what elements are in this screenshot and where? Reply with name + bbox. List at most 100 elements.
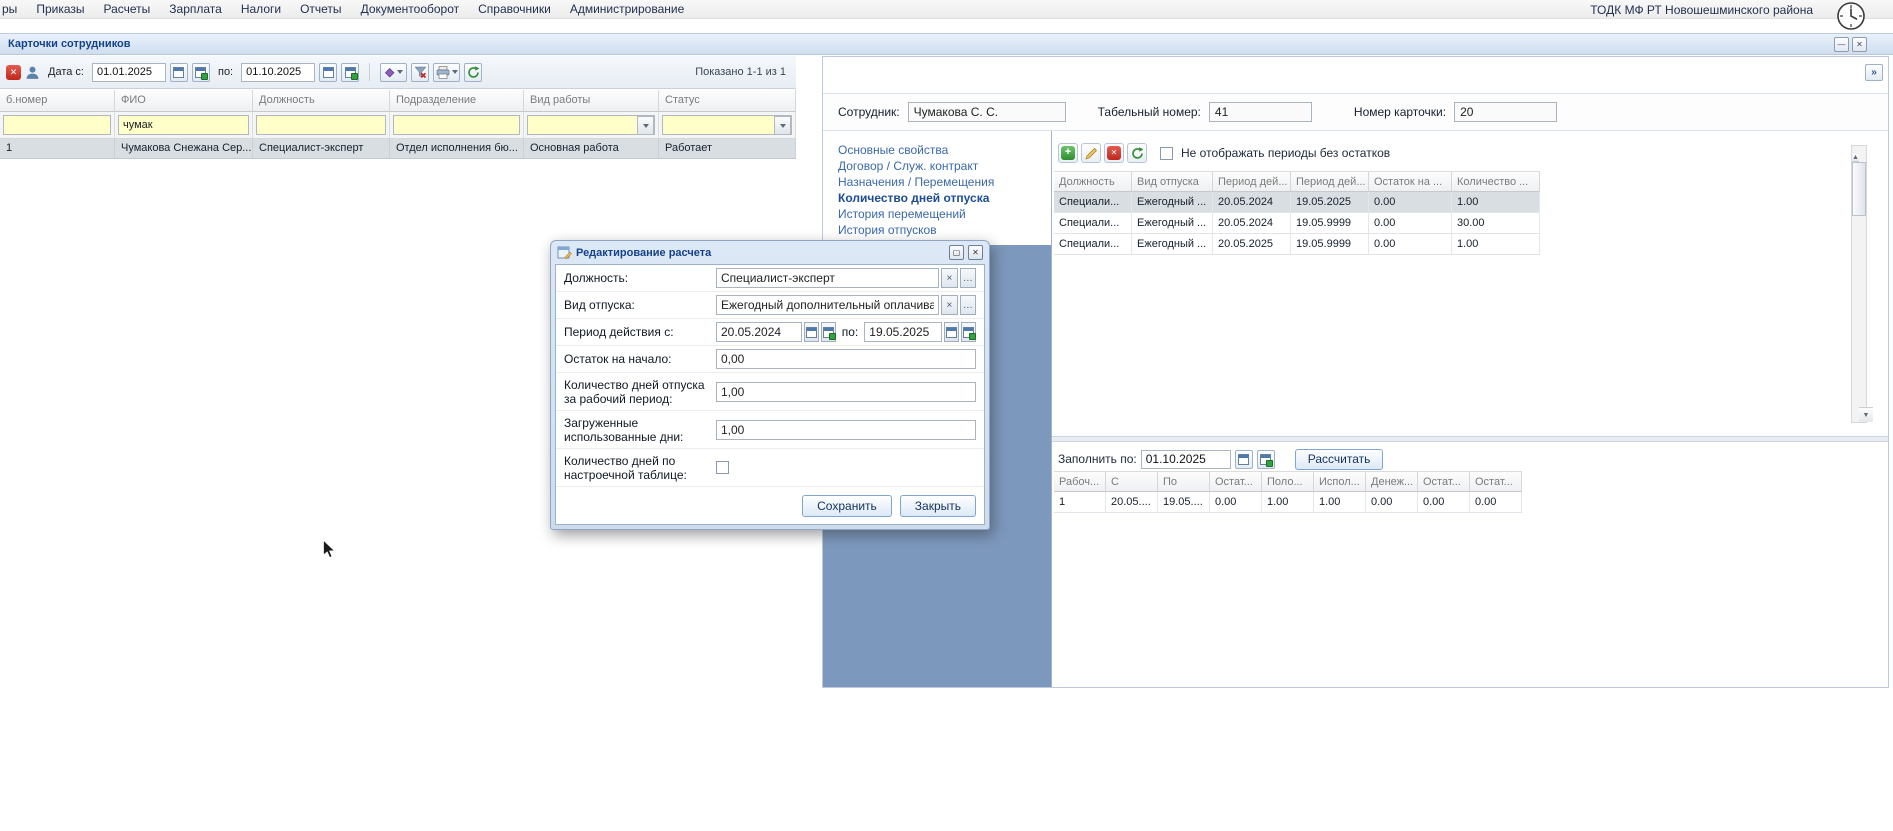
- calc-row[interactable]: 1 20.05.... 19.05.... 0.00 1.00 1.00 0.0…: [1054, 492, 1522, 513]
- menu-item-nalogi[interactable]: Налоги: [241, 2, 281, 16]
- column-header-position[interactable]: Должность: [1054, 171, 1132, 192]
- window-close-button[interactable]: ✕: [1852, 36, 1867, 52]
- delete-record-icon[interactable]: ✕: [6, 64, 21, 80]
- position-combo-input[interactable]: [716, 268, 940, 288]
- column-header[interactable]: Денеж...: [1366, 471, 1418, 492]
- calendar-picker-button[interactable]: [961, 322, 977, 342]
- column-header[interactable]: С: [1106, 471, 1158, 492]
- calendar-picker-button[interactable]: [341, 62, 360, 82]
- menu-item-prikazy[interactable]: Приказы: [36, 2, 84, 16]
- column-header[interactable]: Испол...: [1314, 471, 1366, 492]
- column-header[interactable]: Остат...: [1418, 471, 1470, 492]
- save-button[interactable]: Сохранить: [802, 495, 892, 517]
- close-dialog-button[interactable]: Закрыть: [899, 495, 976, 517]
- refresh-button[interactable]: [1127, 143, 1147, 163]
- window-minimize-button[interactable]: —: [1834, 36, 1849, 52]
- column-header-worktype[interactable]: Вид работы: [524, 90, 659, 112]
- date-to-input[interactable]: [241, 62, 316, 82]
- nav-item-vacation-days[interactable]: Количество дней отпуска: [838, 191, 1051, 205]
- horizontal-splitter[interactable]: [1052, 436, 1888, 442]
- nav-item-main-properties[interactable]: Основные свойства: [838, 143, 1051, 157]
- card-number-field[interactable]: [1454, 102, 1558, 122]
- clear-field-button[interactable]: ×: [941, 295, 958, 315]
- hide-empty-periods-checkbox[interactable]: [1160, 146, 1173, 160]
- column-header-balance[interactable]: Остаток на ...: [1369, 171, 1452, 192]
- column-header[interactable]: Остат...: [1210, 471, 1262, 492]
- column-header-period-to[interactable]: Период дей...: [1291, 171, 1369, 192]
- tab-number-field[interactable]: [1208, 102, 1312, 122]
- period-from-input[interactable]: [716, 322, 802, 342]
- employee-name-field[interactable]: [907, 102, 1066, 122]
- nav-item-assignments[interactable]: Назначения / Перемещения: [838, 175, 1051, 189]
- clear-field-button[interactable]: ×: [941, 268, 958, 288]
- menu-item-otchety[interactable]: Отчеты: [300, 2, 341, 16]
- scrollbar-thumb[interactable]: [1852, 162, 1866, 216]
- dialog-titlebar[interactable]: Редактирование расчета ▢ ✕: [555, 241, 985, 264]
- balance-input[interactable]: [716, 349, 976, 369]
- delete-button[interactable]: ✕: [1104, 143, 1124, 163]
- refresh-button[interactable]: [464, 62, 483, 82]
- date-from-input[interactable]: [91, 62, 166, 82]
- column-header[interactable]: По: [1158, 471, 1210, 492]
- nav-item-contract[interactable]: Договор / Служ. контракт: [838, 159, 1051, 173]
- menu-item-dokumentooborot[interactable]: Документооборот: [361, 2, 460, 16]
- menu-item-zarplata[interactable]: Зарплата: [169, 2, 222, 16]
- calendar-picker-button[interactable]: [191, 62, 210, 82]
- fill-date-input[interactable]: [1140, 449, 1231, 469]
- filter-select-status[interactable]: [662, 115, 792, 135]
- scroll-up-button[interactable]: ▲: [1852, 154, 1859, 162]
- dropdown-trigger-button[interactable]: [637, 116, 654, 135]
- filter-input-tabnum[interactable]: [3, 115, 111, 135]
- lookup-button[interactable]: …: [959, 268, 976, 288]
- collapse-panel-button[interactable]: »: [1865, 64, 1883, 81]
- column-header-position[interactable]: Должность: [253, 90, 390, 112]
- days-input[interactable]: [716, 381, 976, 402]
- dialog-close-button[interactable]: ✕: [968, 245, 983, 260]
- calendar-button[interactable]: [169, 62, 188, 82]
- menu-item-raschety[interactable]: Расчеты: [104, 2, 151, 16]
- edit-button[interactable]: [1081, 143, 1101, 163]
- calendar-picker-button[interactable]: [1256, 449, 1275, 469]
- vacation-type-combo-input[interactable]: [716, 295, 940, 315]
- filter-input-department[interactable]: [393, 115, 520, 135]
- user-icon[interactable]: [25, 65, 40, 80]
- calendar-button[interactable]: [1234, 449, 1253, 469]
- calendar-button[interactable]: [319, 62, 338, 82]
- vertical-scrollbar[interactable]: ▲ ▼: [1851, 145, 1873, 423]
- column-header-tabnum[interactable]: б.номер: [0, 90, 115, 112]
- clock-icon[interactable]: [1836, 1, 1866, 31]
- calendar-button[interactable]: [944, 322, 960, 342]
- menu-item-spravochniki[interactable]: Справочники: [478, 2, 551, 16]
- nav-item-movement-history[interactable]: История перемещений: [838, 207, 1051, 221]
- calendar-button[interactable]: [804, 322, 819, 342]
- calculate-button[interactable]: Рассчитать: [1294, 448, 1384, 470]
- vacation-row[interactable]: Специали... Ежегодный ... 20.05.2024 19.…: [1054, 213, 1540, 234]
- filter-select-worktype[interactable]: [527, 115, 655, 135]
- lookup-button[interactable]: …: [959, 295, 976, 315]
- table-days-checkbox[interactable]: [716, 461, 729, 474]
- print-button[interactable]: [433, 62, 461, 82]
- column-header-status[interactable]: Статус: [659, 90, 796, 112]
- filter-input-fio[interactable]: [118, 115, 249, 135]
- column-header-quantity[interactable]: Количество ...: [1452, 171, 1540, 192]
- column-header[interactable]: Рабоч...: [1054, 471, 1106, 492]
- scroll-down-button[interactable]: ▼: [1858, 407, 1873, 422]
- actions-menu-button[interactable]: [380, 62, 408, 82]
- column-header[interactable]: Поло...: [1262, 471, 1314, 492]
- column-header-period-from[interactable]: Период дей...: [1213, 171, 1291, 192]
- clear-filter-button[interactable]: [411, 62, 430, 82]
- dropdown-trigger-button[interactable]: [774, 116, 791, 135]
- used-days-input[interactable]: [716, 419, 976, 440]
- add-button[interactable]: +: [1058, 143, 1078, 163]
- menu-item-kadry[interactable]: ры: [2, 2, 17, 16]
- dialog-maximize-button[interactable]: ▢: [949, 245, 964, 260]
- menu-item-administrirovanie[interactable]: Администрирование: [570, 2, 684, 16]
- nav-item-vacation-history[interactable]: История отпусков: [838, 223, 1051, 237]
- period-to-input[interactable]: [864, 322, 943, 342]
- calendar-picker-button[interactable]: [820, 322, 836, 342]
- vacation-row[interactable]: Специали... Ежегодный ... 20.05.2025 19.…: [1054, 234, 1540, 255]
- employee-row[interactable]: 1 Чумакова Снежана Сер... Специалист-экс…: [0, 139, 796, 159]
- column-header[interactable]: Остат...: [1470, 471, 1522, 492]
- column-header-department[interactable]: Подразделение: [390, 90, 524, 112]
- column-header-vacation-type[interactable]: Вид отпуска: [1132, 171, 1213, 192]
